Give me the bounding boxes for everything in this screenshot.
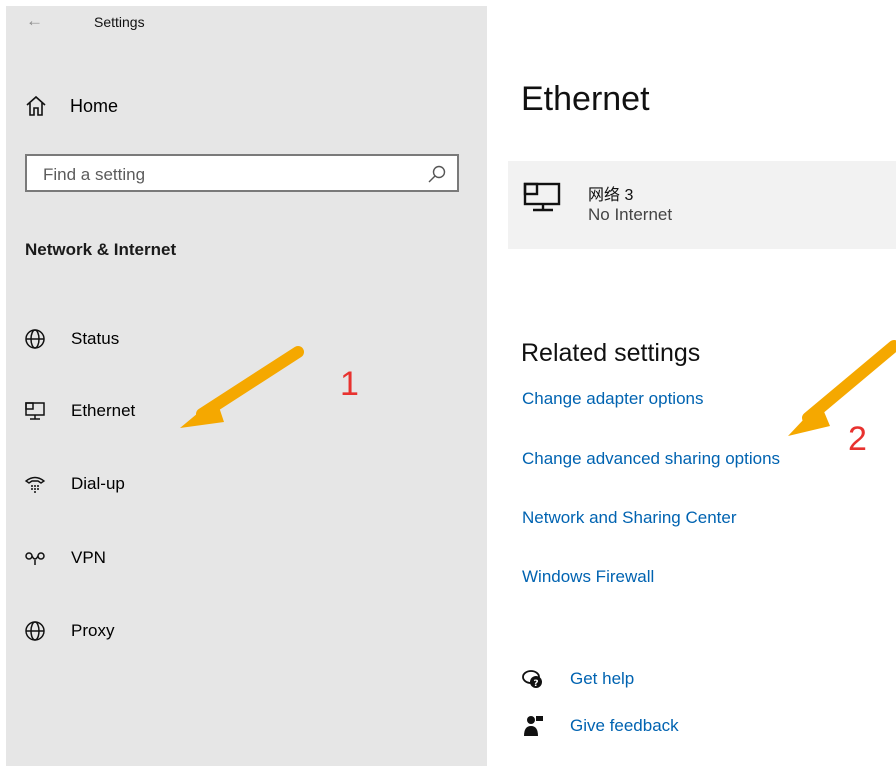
windows-firewall-link[interactable]: Windows Firewall — [522, 567, 654, 587]
annotation-arrow-2 — [788, 340, 896, 436]
network-card[interactable]: 网络 3 No Internet — [508, 161, 896, 249]
svg-text:?: ? — [533, 679, 538, 689]
search-icon[interactable] — [427, 164, 447, 184]
sidebar-item-proxy[interactable]: Proxy — [23, 616, 114, 646]
app-title: Settings — [94, 14, 145, 30]
sidebar-item-dialup[interactable]: Dial-up — [23, 469, 125, 499]
home-icon — [26, 95, 46, 116]
sidebar-item-label: Ethernet — [71, 401, 136, 420]
get-help-label: Get help — [570, 669, 635, 688]
annotation-arrow-1 — [180, 346, 304, 428]
get-help-link[interactable]: ? Get help — [521, 667, 634, 691]
step-number-2: 2 — [848, 420, 867, 458]
proxy-globe-icon — [25, 621, 45, 641]
network-status: No Internet — [588, 205, 673, 224]
back-arrow-icon[interactable]: ← — [26, 11, 43, 31]
change-adapter-options-link[interactable]: Change adapter options — [522, 389, 703, 409]
give-feedback-link[interactable]: Give feedback — [521, 714, 679, 738]
sidebar-item-ethernet[interactable]: Ethernet — [23, 396, 135, 426]
search-placeholder: Find a setting — [43, 165, 146, 184]
vpn-icon — [25, 552, 45, 565]
network-sharing-center-link[interactable]: Network and Sharing Center — [522, 508, 737, 528]
ethernet-icon — [523, 182, 561, 212]
dialup-phone-icon — [24, 476, 46, 493]
sidebar-item-label: Proxy — [71, 621, 115, 640]
sidebar-item-label: VPN — [71, 548, 106, 567]
home-label: Home — [70, 95, 119, 116]
section-title: Network & Internet — [25, 240, 177, 259]
status-globe-icon — [25, 329, 45, 349]
search-input[interactable]: Find a setting — [25, 154, 459, 192]
ethernet-icon — [25, 402, 45, 420]
sidebar-item-label: Dial-up — [71, 474, 125, 493]
feedback-person-icon — [524, 716, 543, 736]
give-feedback-label: Give feedback — [570, 716, 679, 735]
sidebar-item-status[interactable]: Status — [23, 324, 119, 354]
help-chat-icon: ? — [522, 670, 542, 689]
home-nav-item[interactable]: Home — [24, 94, 118, 118]
sidebar-item-label: Status — [71, 329, 120, 348]
title-bar: ← Settings — [6, 6, 487, 38]
change-advanced-sharing-link[interactable]: Change advanced sharing options — [522, 449, 780, 469]
sidebar-item-vpn[interactable]: VPN — [23, 543, 106, 573]
page-title: Ethernet — [521, 80, 650, 118]
step-number-1: 1 — [340, 365, 359, 403]
related-settings-title: Related settings — [521, 339, 701, 367]
network-name: 网络 3 — [588, 187, 634, 204]
